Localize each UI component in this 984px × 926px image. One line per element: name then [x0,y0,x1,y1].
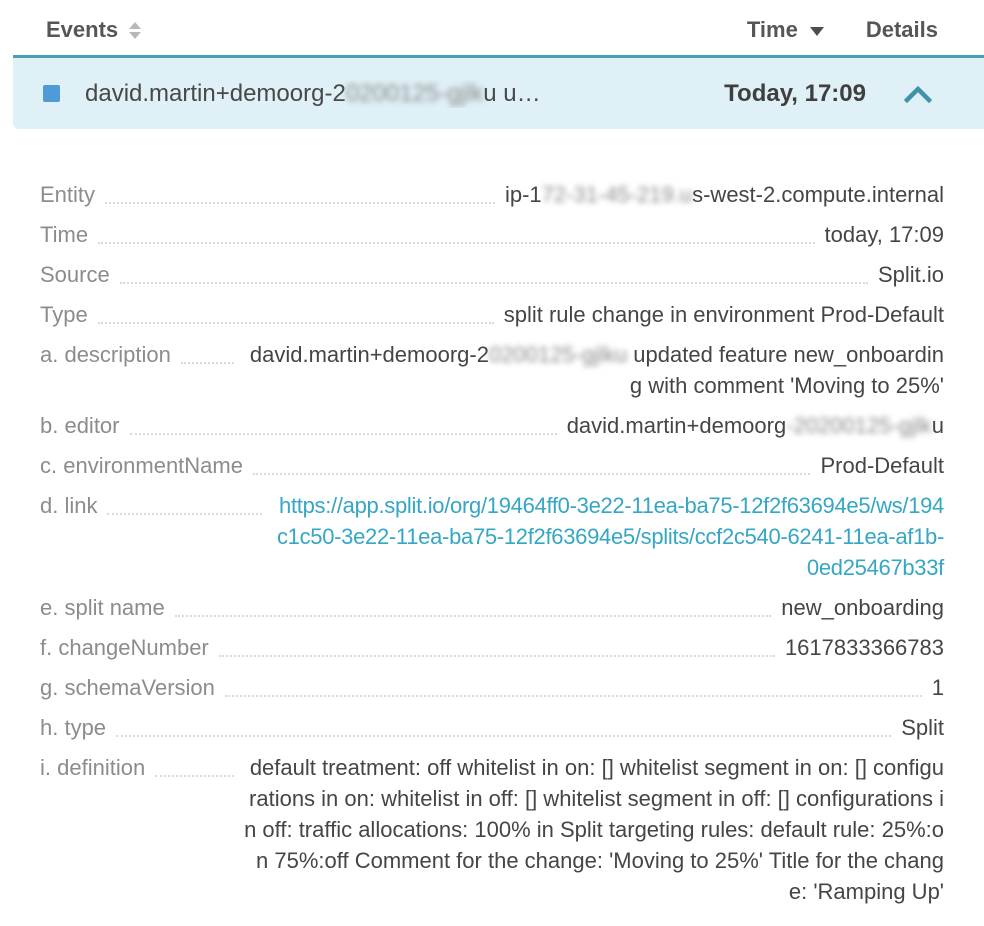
detail-row: d. link https://app.split.io/org/19464ff0… [40,490,944,583]
detail-link[interactable]: https://app.split.io/org/19464ff0-3e22-1… [272,490,944,583]
detail-row: f. changeNumber 1617833366783 [40,632,944,663]
events-sort-header[interactable]: Events [46,17,747,43]
detail-label: c. environmentName [40,450,243,481]
detail-row: Type split rule change in environment Pro… [40,299,944,330]
redacted-text: -20200125-gjlk [786,413,932,438]
details-list: Entity ip-172-31-45-219.us-west-2.compute… [0,129,984,907]
event-type-square-icon [43,85,60,102]
detail-label: d. link [40,490,97,521]
dotted-leader [155,752,234,777]
dotted-leader [175,592,772,617]
detail-label: Entity [40,179,95,210]
detail-row: a. description david.martin+demoorg-20200… [40,339,944,401]
dotted-leader [219,632,775,657]
dotted-leader [181,339,234,364]
detail-row: Entity ip-172-31-45-219.us-west-2.compute… [40,179,944,210]
detail-label: a. description [40,339,171,370]
dotted-leader [253,450,811,475]
list-header: Events Time Details [0,0,984,55]
detail-row: Time today, 17:09 [40,219,944,250]
events-column-label: Events [46,17,118,43]
detail-row: b. editor david.martin+demoorg-20200125-g… [40,410,944,441]
chevron-up-icon[interactable] [904,85,932,103]
detail-label: g. schemaVersion [40,672,215,703]
event-title-suffix: u u… [483,80,540,107]
details-column-label: Details [866,17,938,43]
detail-value: ip-172-31-45-219.us-west-2.compute.inter… [505,179,944,210]
detail-label: Source [40,259,110,290]
dotted-leader [130,410,557,435]
redacted-text: 72-31-45-219.u [542,182,692,207]
dotted-leader [98,299,494,324]
detail-label: e. split name [40,592,165,623]
dotted-leader [105,179,495,204]
detail-label: Time [40,219,88,250]
detail-label: i. definition [40,752,145,783]
redacted-text: 0200125-gjlk [346,80,483,107]
detail-row: e. split name new_onboarding [40,592,944,623]
detail-value: Split [901,712,944,743]
sort-arrows-icon [129,22,141,39]
detail-label: Type [40,299,88,330]
detail-label: f. changeNumber [40,632,209,663]
detail-value: 1617833366783 [785,632,944,663]
time-column-label: Time [747,17,798,43]
detail-row: g. schemaVersion 1 [40,672,944,703]
detail-row: Source Split.io [40,259,944,290]
detail-value: 1 [932,672,944,703]
detail-value: david.martin+demoorg-20200125-gjlku [567,410,944,441]
detail-value: Split.io [878,259,944,290]
event-time: Today, 17:09 [724,80,866,108]
dotted-leader [225,672,922,697]
event-title: david.martin+demoorg-20200125-gjlku u… [85,80,724,108]
dotted-leader [116,712,891,737]
event-row[interactable]: david.martin+demoorg-20200125-gjlku u… T… [13,55,984,129]
detail-value: new_onboarding [781,592,944,623]
redacted-text: 0200125-gjlku [489,342,627,367]
event-title-prefix: david.martin+demoorg-2 [85,80,346,107]
dotted-leader [107,490,262,515]
detail-value: today, 17:09 [825,219,944,250]
detail-value: default treatment: off whitelist in on: … [244,752,944,907]
chevron-down-icon [810,27,824,36]
time-sort-dropdown[interactable]: Time [747,17,824,43]
detail-label: b. editor [40,410,120,441]
detail-row: h. type Split [40,712,944,743]
detail-row: i. definition default treatment: off whit… [40,752,944,907]
detail-value: david.martin+demoorg-20200125-gjlku upda… [244,339,944,401]
dotted-leader [120,259,868,284]
dotted-leader [98,219,814,244]
detail-row: c. environmentName Prod-Default [40,450,944,481]
detail-value: Prod-Default [820,450,944,481]
detail-label: h. type [40,712,106,743]
detail-value: split rule change in environment Prod-De… [504,299,944,330]
